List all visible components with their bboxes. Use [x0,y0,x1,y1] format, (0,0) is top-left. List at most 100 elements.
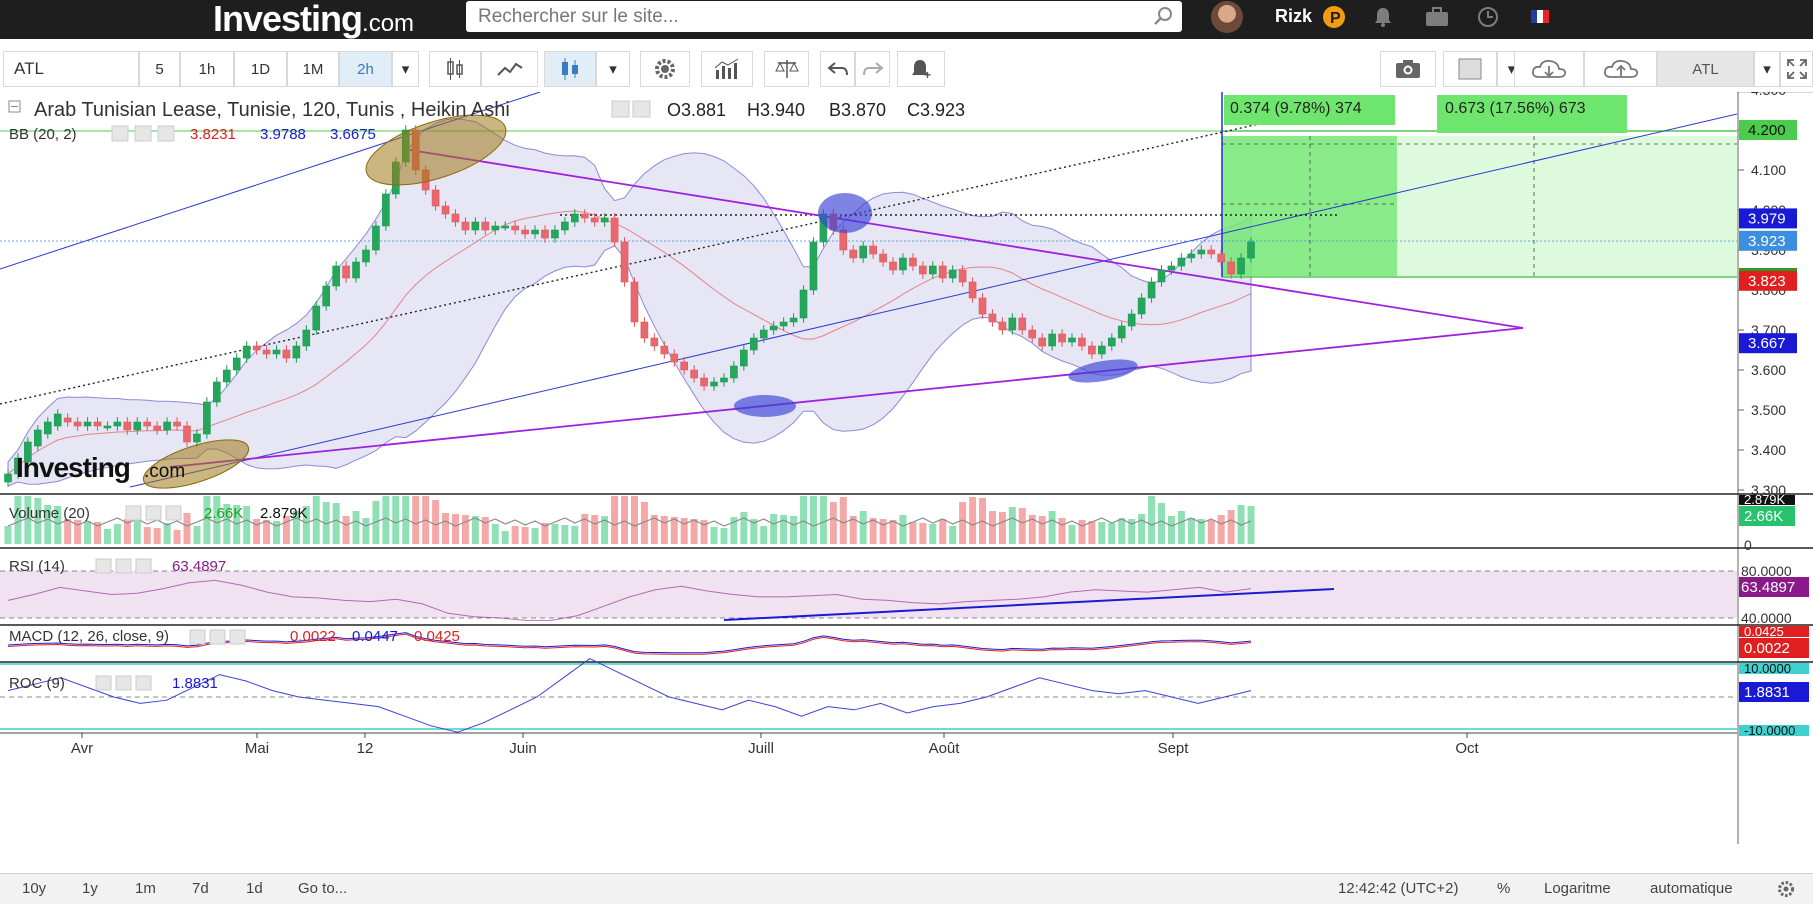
chart-area[interactable]: 0.374 (9.78%) 374 0.673 (17.56%) 673 Inv… [0,82,1813,872]
gear-icon[interactable] [115,675,132,691]
candle [968,281,977,299]
candle [958,269,967,283]
candle [143,421,152,427]
time-axis-labels[interactable]: Avr Mai 12 Juin Juill Août Sept Oct [71,733,1480,757]
eye-icon[interactable] [95,558,112,574]
volume-bar [1167,516,1175,544]
indicators-icon [714,58,739,79]
range-1y[interactable]: 1y [82,880,98,897]
candle [839,229,848,251]
candle [1237,257,1245,275]
camera-icon [1396,60,1420,78]
clock-icon[interactable] [1477,6,1499,33]
undo-button[interactable] [820,51,855,87]
candle [431,189,440,207]
volume-bar [670,517,678,544]
price-ticks[interactable]: 4.3004.2004.1004.0003.9003.8003.7003.600… [1738,82,1786,498]
eye-icon[interactable] [611,100,630,118]
range-7d[interactable]: 7d [192,880,209,897]
auto-toggle[interactable]: automatique [1650,880,1733,897]
candle [1018,317,1027,331]
cloud-upload-button[interactable] [1584,51,1657,87]
close-icon[interactable] [165,505,182,521]
time-tick-label: Avr [71,740,93,757]
volume-bar [342,516,350,544]
avatar[interactable] [1211,1,1243,33]
interval-5[interactable]: 5 [139,51,180,87]
candle [63,417,72,423]
line-chart-button[interactable] [481,51,538,87]
compare-symbol-dropdown[interactable]: ▾ [1754,51,1780,87]
close-icon[interactable] [229,629,246,645]
chart-svg[interactable]: 0.374 (9.78%) 374 0.673 (17.56%) 673 Inv… [0,82,1813,872]
search-icon[interactable] [1152,5,1174,32]
interval-1h[interactable]: 1h [180,51,234,87]
france-flag-icon[interactable] [1531,10,1549,28]
redo-button[interactable] [855,51,890,87]
interval-5-label: 5 [155,60,164,78]
snapshot-button[interactable] [1380,51,1436,87]
compare-button[interactable] [764,51,809,87]
interval-dropdown[interactable]: ▾ [392,51,419,87]
candle [919,265,927,275]
interval-2h[interactable]: 2h [339,51,392,87]
volume-bar [760,526,768,544]
bb-legend-icons[interactable] [111,125,175,142]
candle [83,421,92,427]
eye-icon[interactable] [95,675,112,691]
gear-icon[interactable] [1776,879,1796,903]
alert-button[interactable]: + [897,51,945,87]
undo-icon [826,62,848,76]
percent-toggle[interactable]: % [1497,880,1510,897]
range-10y[interactable]: 10y [22,880,46,897]
gear-icon[interactable] [134,125,152,142]
gear-icon[interactable] [115,558,132,574]
candle [34,429,42,447]
gear-icon[interactable] [145,505,162,521]
indicators-button[interactable] [701,51,753,87]
volume-bar [1177,511,1185,544]
roc-tick-top: 10.0000 [1744,661,1791,676]
symbol-input[interactable]: ATL [3,51,139,87]
briefcase-icon[interactable] [1425,6,1449,33]
eye-icon[interactable] [125,505,142,521]
bottom-bar: 10y 1y 1m 7d 1d Go to... 12:42:42 (UTC+2… [0,873,1813,904]
gear-icon[interactable] [209,629,226,645]
volume-bar [909,522,917,544]
candle [123,421,132,431]
cloud-download-button[interactable] [1514,51,1584,87]
price-marker-label: 3.823 [1748,273,1786,290]
candle [232,357,241,371]
close-icon[interactable] [157,125,175,142]
fullscreen-icon [1786,59,1807,79]
eye-icon[interactable] [111,125,129,142]
candle [1068,337,1076,343]
investing-logo[interactable]: Investing.com [213,0,414,40]
close-icon[interactable] [135,675,152,691]
user-name[interactable]: Rizk [1275,6,1312,27]
range-1d[interactable]: 1d [246,880,263,897]
goto-button[interactable]: Go to... [298,880,347,897]
eye-icon[interactable] [189,629,206,645]
log-toggle[interactable]: Logaritme [1544,880,1611,897]
pro-icon[interactable]: P [1322,5,1346,34]
gear-icon[interactable] [632,100,651,118]
price-marker-label: 3.979 [1748,210,1786,227]
compare-symbol-box[interactable]: ATL [1657,51,1754,87]
candles-button[interactable] [544,51,596,87]
candle [889,261,897,271]
chart-type-dropdown[interactable]: ▾ [596,51,630,87]
bell-icon[interactable] [1372,6,1394,33]
interval-1d[interactable]: 1D [234,51,287,87]
settings-button[interactable] [640,51,690,87]
interval-1m[interactable]: 1M [287,51,339,87]
candle [471,221,480,231]
range-1m[interactable]: 1m [135,880,156,897]
bars-button[interactable] [429,51,481,87]
candle [571,213,579,223]
close-icon[interactable] [135,558,152,574]
layout-button[interactable] [1443,51,1497,87]
time-tick-label: Juill [748,740,774,757]
search-input[interactable] [466,1,1140,32]
fullscreen-button[interactable] [1780,51,1813,87]
